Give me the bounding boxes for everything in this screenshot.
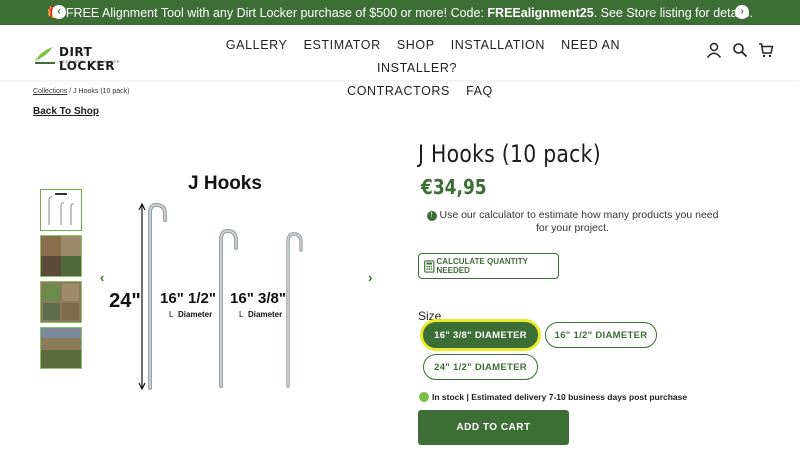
size-option-24-1-2[interactable]: 24" 1/2" DIAMETER xyxy=(423,354,538,380)
nav-faq[interactable]: FAQ xyxy=(466,84,493,98)
stock-status-text: In stock | Estimated delivery 7-10 busin… xyxy=(432,392,688,402)
site-header: DIRT LOCKER KEEP WITH YOUR SLOPE GALLERY… xyxy=(0,25,800,98)
image-title: J Hooks xyxy=(188,173,262,194)
thumbnail-install-photo xyxy=(41,236,81,276)
product-main-image: J Hooks 24" 16" 1/2" L Diameter 16" 3/8"… xyxy=(109,173,303,391)
search-icon[interactable] xyxy=(732,42,748,58)
calculate-quantity-button[interactable]: CALCULATE QUANTITY NEEDED xyxy=(418,253,559,279)
nav-installation[interactable]: INSTALLATION xyxy=(451,38,545,52)
back-to-shop-link[interactable]: Back To Shop xyxy=(33,106,99,117)
stock-status: In stock | Estimated delivery 7-10 busin… xyxy=(419,392,687,402)
gallery-next-arrow[interactable]: › xyxy=(368,270,372,285)
calculator-note: ! Use our calculator to estimate how many… xyxy=(425,209,720,235)
calculate-quantity-label: CALCULATE QUANTITY NEEDED xyxy=(436,257,528,275)
image-diameter-a: Diameter xyxy=(178,310,212,319)
nav-gallery[interactable]: GALLERY xyxy=(226,38,288,52)
calculator-icon xyxy=(424,259,435,273)
svg-text:L: L xyxy=(239,310,244,319)
logo-tagline: KEEP WITH YOUR SLOPE xyxy=(59,59,120,64)
logo-leaf-icon xyxy=(35,47,55,64)
image-label-24: 24" xyxy=(109,290,141,312)
info-icon: ! xyxy=(426,211,437,221)
thumbnail-2[interactable] xyxy=(40,235,82,277)
nav-estimator[interactable]: ESTIMATOR xyxy=(304,38,381,52)
size-option-16-3-8[interactable]: 16" 3/8" DIAMETER xyxy=(423,322,538,348)
header-icons xyxy=(706,42,774,58)
add-to-cart-button[interactable]: ADD TO CART xyxy=(418,410,569,445)
thumbnail-install-photo-3 xyxy=(41,328,81,368)
thumbnail-3[interactable] xyxy=(40,281,82,323)
breadcrumb: Collections / J Hooks (10 pack) xyxy=(33,88,130,95)
logo[interactable]: DIRT LOCKER KEEP WITH YOUR SLOPE xyxy=(33,41,143,73)
image-diameter-b: Diameter xyxy=(248,310,282,319)
thumbnail-install-photo-2 xyxy=(41,282,81,322)
size-option-16-1-2[interactable]: 16" 1/2" DIAMETER xyxy=(545,322,657,348)
product-title: J Hooks (10 pack) xyxy=(418,140,601,168)
announcement-text: FREE Alignment Tool with any Dirt Locker… xyxy=(65,5,753,20)
announcement-next-button[interactable]: › xyxy=(735,5,749,19)
thumbnail-1[interactable] xyxy=(40,189,82,231)
announcement-message: 🎁 FREE Alignment Tool with any Dirt Lock… xyxy=(47,6,753,20)
announcement-bar: ‹ 🎁 FREE Alignment Tool with any Dirt Lo… xyxy=(0,0,800,25)
image-label-16-1-2: 16" 1/2" xyxy=(160,290,216,307)
breadcrumb-current: J Hooks (10 pack) xyxy=(73,88,130,95)
thumbnail-list xyxy=(40,189,83,373)
in-stock-dot xyxy=(419,392,429,402)
size-label: Size xyxy=(418,309,442,323)
gallery-prev-arrow[interactable]: ‹ xyxy=(100,270,104,285)
image-label-16-3-8: 16" 3/8" xyxy=(230,290,286,307)
account-icon[interactable] xyxy=(706,42,722,58)
announcement-prev-button[interactable]: ‹ xyxy=(52,5,66,19)
thumbnail-4[interactable] xyxy=(40,327,82,369)
main-nav: GALLERY ESTIMATOR SHOP INSTALLATION NEED… xyxy=(205,34,635,103)
breadcrumb-collections[interactable]: Collections xyxy=(33,88,67,95)
svg-text:L: L xyxy=(169,310,174,319)
calculator-note-text: Use our calculator to estimate how many … xyxy=(439,209,719,234)
nav-shop[interactable]: SHOP xyxy=(397,38,435,52)
thumbnail-jhooks-image xyxy=(48,193,75,225)
product-price: €34,95 xyxy=(421,175,487,199)
nav-contractors[interactable]: CONTRACTORS xyxy=(347,84,450,98)
cart-icon[interactable] xyxy=(758,42,774,58)
